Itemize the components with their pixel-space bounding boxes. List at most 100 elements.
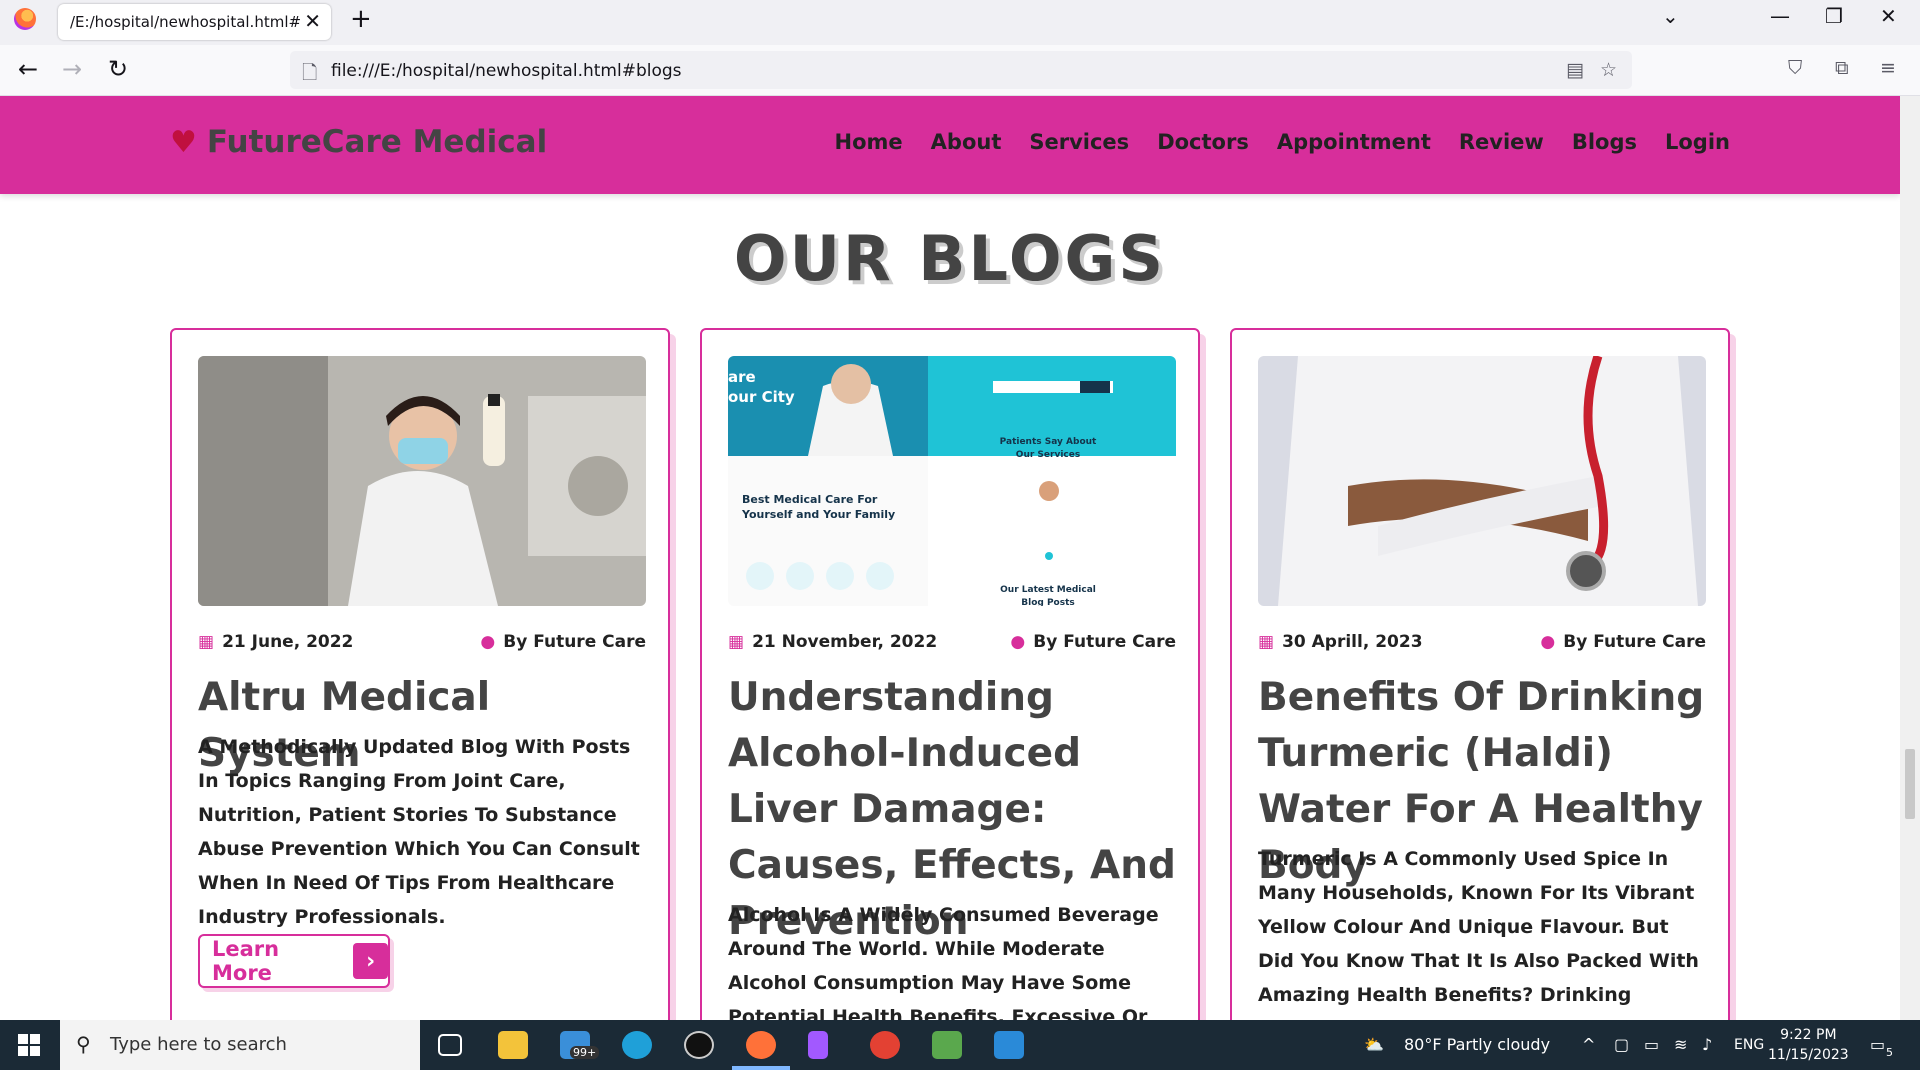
weather-text[interactable]: 80°F Partly cloudy [1404,1035,1550,1054]
clock-date: 11/15/2023 [1768,1047,1849,1063]
address-bar[interactable]: 🗋 file:///E:/hospital/newhospital.html#b… [290,51,1632,89]
extensions-icon[interactable]: ⧉ [1835,57,1849,79]
blog-meta: ▦ 30 Aprill, 2023 ● By Future Care [1258,632,1706,652]
site-header: ♥ FutureCare Medical Home About Services… [0,96,1900,194]
calendar-icon: ▦ [1258,632,1275,652]
blog-meta: ▦ 21 June, 2022 ● By Future Care [198,632,646,652]
wifi-icon[interactable]: ≋ [1674,1035,1687,1054]
vscode-icon[interactable] [994,1031,1024,1059]
section-heading: OUR BLOGS [733,222,1167,295]
close-window-icon[interactable]: ✕ [1880,4,1897,28]
blog-card: ▦ 30 Aprill, 2023 ● By Future Care Benefit… [1230,328,1730,1020]
menu-services[interactable]: Services [1029,130,1129,154]
browser-tab-bar: /E:/hospital/newhospital.html#about ✕ + … [0,0,1920,45]
user-icon: ● [1540,632,1556,652]
chrome-icon[interactable] [870,1031,900,1059]
calendar-icon: ▦ [198,632,215,652]
clock-time: 9:22 PM [1780,1027,1837,1043]
blog-meta: ▦ 21 November, 2022 ● By Future Care [728,632,1176,652]
tab-title: /E:/hospital/newhospital.html#about [70,13,300,31]
menu-appointment[interactable]: Appointment [1277,130,1431,154]
language-indicator[interactable]: ENG [1734,1037,1764,1053]
clock[interactable]: 9:22 PM 11/15/2023 [1768,1025,1849,1065]
blog-author: By Future Care [1033,632,1176,652]
user-icon: ● [480,632,496,652]
firefox-taskbar-icon[interactable] [746,1031,776,1059]
scrollbar-thumb[interactable] [1905,749,1915,819]
back-icon[interactable]: ← [18,55,38,83]
volume-icon[interactable]: ♪ [1702,1035,1712,1054]
blog-card: are our City Best Medical Care For Yours… [700,328,1200,1020]
weather-icon[interactable]: ⛅ [1364,1035,1384,1054]
search-placeholder: Type here to search [110,1034,287,1055]
url-text[interactable]: file:///E:/hospital/newhospital.html#blo… [331,61,682,81]
blog-author: By Future Care [1563,632,1706,652]
blog-description: Turmeric Is A Commonly Used Spice In Man… [1258,848,1699,1006]
firefox-icon [14,8,36,30]
taskbar-search[interactable]: ⚲ Type here to search [60,1020,420,1070]
blog-date: 21 November, 2022 [752,632,938,652]
thumb-title: Best Medical Care For Yourself and Your … [742,493,896,521]
blog-description: A Methodically Updated Blog With Posts I… [198,736,640,928]
learn-more-label: Learn More [212,937,280,985]
meet-icon[interactable]: ▢ [1614,1035,1629,1054]
blog-image-lab [198,356,646,606]
notification-icon[interactable]: ▭ [1870,1035,1885,1054]
site-logo[interactable]: ♥ FutureCare Medical [170,124,547,160]
page-viewport: ♥ FutureCare Medical Home About Services… [0,96,1900,1020]
calendar-icon: ▦ [728,632,745,652]
menu-home[interactable]: Home [835,130,903,154]
thumb-testimonials: Patients Say About Our Services [999,437,1097,460]
menu-blogs[interactable]: Blogs [1572,130,1637,154]
blog-card: ▦ 21 June, 2022 ● By Future Care Altru Med… [170,328,670,1020]
close-tab-icon[interactable]: ✕ [304,9,321,33]
browser-nav-bar: ← → ↻ 🗋 file:///E:/hospital/newhospital.… [0,45,1920,96]
menu-icon[interactable]: ≡ [1880,57,1896,79]
user-icon: ● [1010,632,1026,652]
app-icon[interactable] [932,1031,962,1059]
forward-icon[interactable]: → [62,55,82,83]
browser-tab[interactable]: /E:/hospital/newhospital.html#about ✕ [58,4,331,40]
minimize-icon[interactable]: — [1770,4,1790,28]
thumb-latest: Our Latest Medical Blog Posts [1000,585,1096,606]
windows-start-icon[interactable] [18,1034,40,1056]
blog-image-doctor [1258,356,1706,606]
page-scrollbar[interactable] [1900,96,1920,1020]
blog-date: 30 Aprill, 2023 [1282,632,1423,652]
new-tab-icon[interactable]: + [350,4,372,34]
file-explorer-icon[interactable] [498,1031,528,1059]
menu-login[interactable]: Login [1665,130,1730,154]
reload-icon[interactable]: ↻ [108,55,128,83]
blog-image-website: are our City Best Medical Care For Yours… [728,356,1176,606]
thumb-text-city: our City [728,388,795,406]
reader-view-icon[interactable]: ▤ [1566,59,1584,81]
page-icon: 🗋 [302,62,318,84]
blog-date: 21 June, 2022 [222,632,354,652]
pocket-icon[interactable]: ⛉ [1788,57,1802,79]
menu-review[interactable]: Review [1459,130,1544,154]
learn-more-button[interactable]: Learn More › [198,934,390,988]
task-view-icon[interactable] [438,1034,462,1056]
thumb-text-are: are [728,368,756,386]
blog-description: Alcohol Is A Widely Consumed Beverage Ar… [728,904,1159,1020]
menu-about[interactable]: About [931,130,1002,154]
windows-taskbar: ⚲ Type here to search 99+ ⛅ 80°F Partly … [0,1020,1920,1070]
restore-icon[interactable]: ❐ [1825,4,1843,28]
blog-author: By Future Care [503,632,646,652]
search-icon: ⚲ [76,1032,91,1056]
list-tabs-icon[interactable]: ⌄ [1662,4,1679,28]
tray-chevron-icon[interactable]: ^ [1582,1035,1595,1054]
dell-icon[interactable] [684,1031,714,1059]
active-app-indicator [732,1066,790,1070]
battery-icon[interactable]: ▭ [1644,1035,1659,1054]
edge-icon[interactable] [622,1031,652,1059]
bookmark-star-icon[interactable]: ☆ [1600,59,1617,81]
notification-count: 5 [1886,1046,1893,1059]
heartbeat-icon: ♥ [170,124,197,160]
logo-text: FutureCare Medical [206,124,548,160]
figma-icon[interactable] [808,1031,828,1059]
mail-badge: 99+ [570,1046,600,1059]
chevron-right-icon: › [353,943,388,979]
main-menu: Home About Services Doctors Appointment … [835,130,1730,154]
menu-doctors[interactable]: Doctors [1157,130,1249,154]
